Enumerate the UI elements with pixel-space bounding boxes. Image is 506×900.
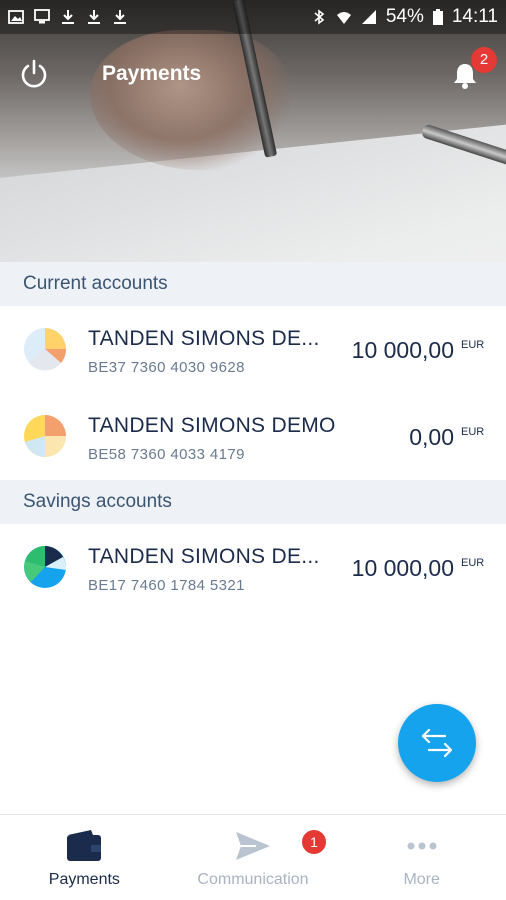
- account-name: TANDEN SIMONS DEMO: [88, 414, 336, 437]
- account-balance: 10 000,00: [351, 555, 454, 581]
- transfer-button[interactable]: [398, 704, 476, 782]
- pie-chart-icon: [23, 327, 67, 371]
- account-balance: 10 000,00: [351, 337, 454, 363]
- send-icon: [234, 829, 272, 863]
- wallet-icon: [65, 829, 103, 863]
- section-header-savings: Savings accounts: [0, 480, 506, 524]
- download-icon: [112, 9, 128, 25]
- account-balance: 0,00: [409, 424, 454, 450]
- more-dots-icon: [403, 829, 441, 863]
- account-row[interactable]: TANDEN SIMONS DEMO BE58 7360 4033 4179 0…: [0, 393, 506, 480]
- account-name: TANDEN SIMONS DE...: [88, 545, 320, 568]
- account-currency: EUR: [461, 557, 485, 569]
- nav-item-more[interactable]: More: [337, 815, 506, 900]
- account-iban: BE17 7460 1784 5321: [88, 577, 245, 594]
- nav-item-payments[interactable]: Payments: [0, 815, 169, 900]
- download-icon: [60, 9, 76, 25]
- download-icon: [86, 9, 102, 25]
- account-currency: EUR: [461, 339, 485, 351]
- account-currency: EUR: [461, 426, 485, 438]
- account-iban: BE58 7360 4033 4179: [88, 446, 245, 463]
- account-row[interactable]: TANDEN SIMONS DE... BE17 7460 1784 5321 …: [0, 524, 506, 611]
- pie-chart-icon: [23, 545, 67, 589]
- bluetooth-icon: [311, 9, 327, 25]
- screen-icon: [34, 9, 50, 25]
- nav-label: Payments: [48, 871, 120, 888]
- app-bar: Payments: [0, 44, 506, 106]
- battery-percent: 54%: [385, 6, 424, 27]
- page-title: Payments: [102, 62, 202, 85]
- battery-icon: [432, 9, 443, 25]
- header-photo: [0, 0, 506, 262]
- signal-icon: [361, 9, 377, 25]
- wifi-icon: [336, 9, 352, 25]
- pie-chart-icon: [23, 414, 67, 458]
- logout-button[interactable]: [18, 58, 50, 90]
- clock: 14:11: [451, 6, 498, 27]
- account-iban: BE37 7360 4030 9628: [88, 359, 245, 376]
- gallery-icon: [8, 9, 24, 25]
- status-bar: 54% 14:11: [0, 0, 506, 34]
- communication-badge: 1: [302, 830, 326, 854]
- account-name: TANDEN SIMONS DE...: [88, 327, 320, 350]
- nav-label: More: [403, 871, 440, 888]
- notification-badge: 2: [471, 47, 497, 73]
- power-icon: [18, 58, 50, 90]
- bottom-navigation: Payments Communication More: [0, 814, 506, 900]
- section-header-current: Current accounts: [0, 262, 506, 306]
- nav-label: Communication: [197, 871, 309, 888]
- account-row[interactable]: TANDEN SIMONS DE... BE37 7360 4030 9628 …: [0, 306, 506, 393]
- nav-item-communication[interactable]: Communication: [169, 815, 338, 900]
